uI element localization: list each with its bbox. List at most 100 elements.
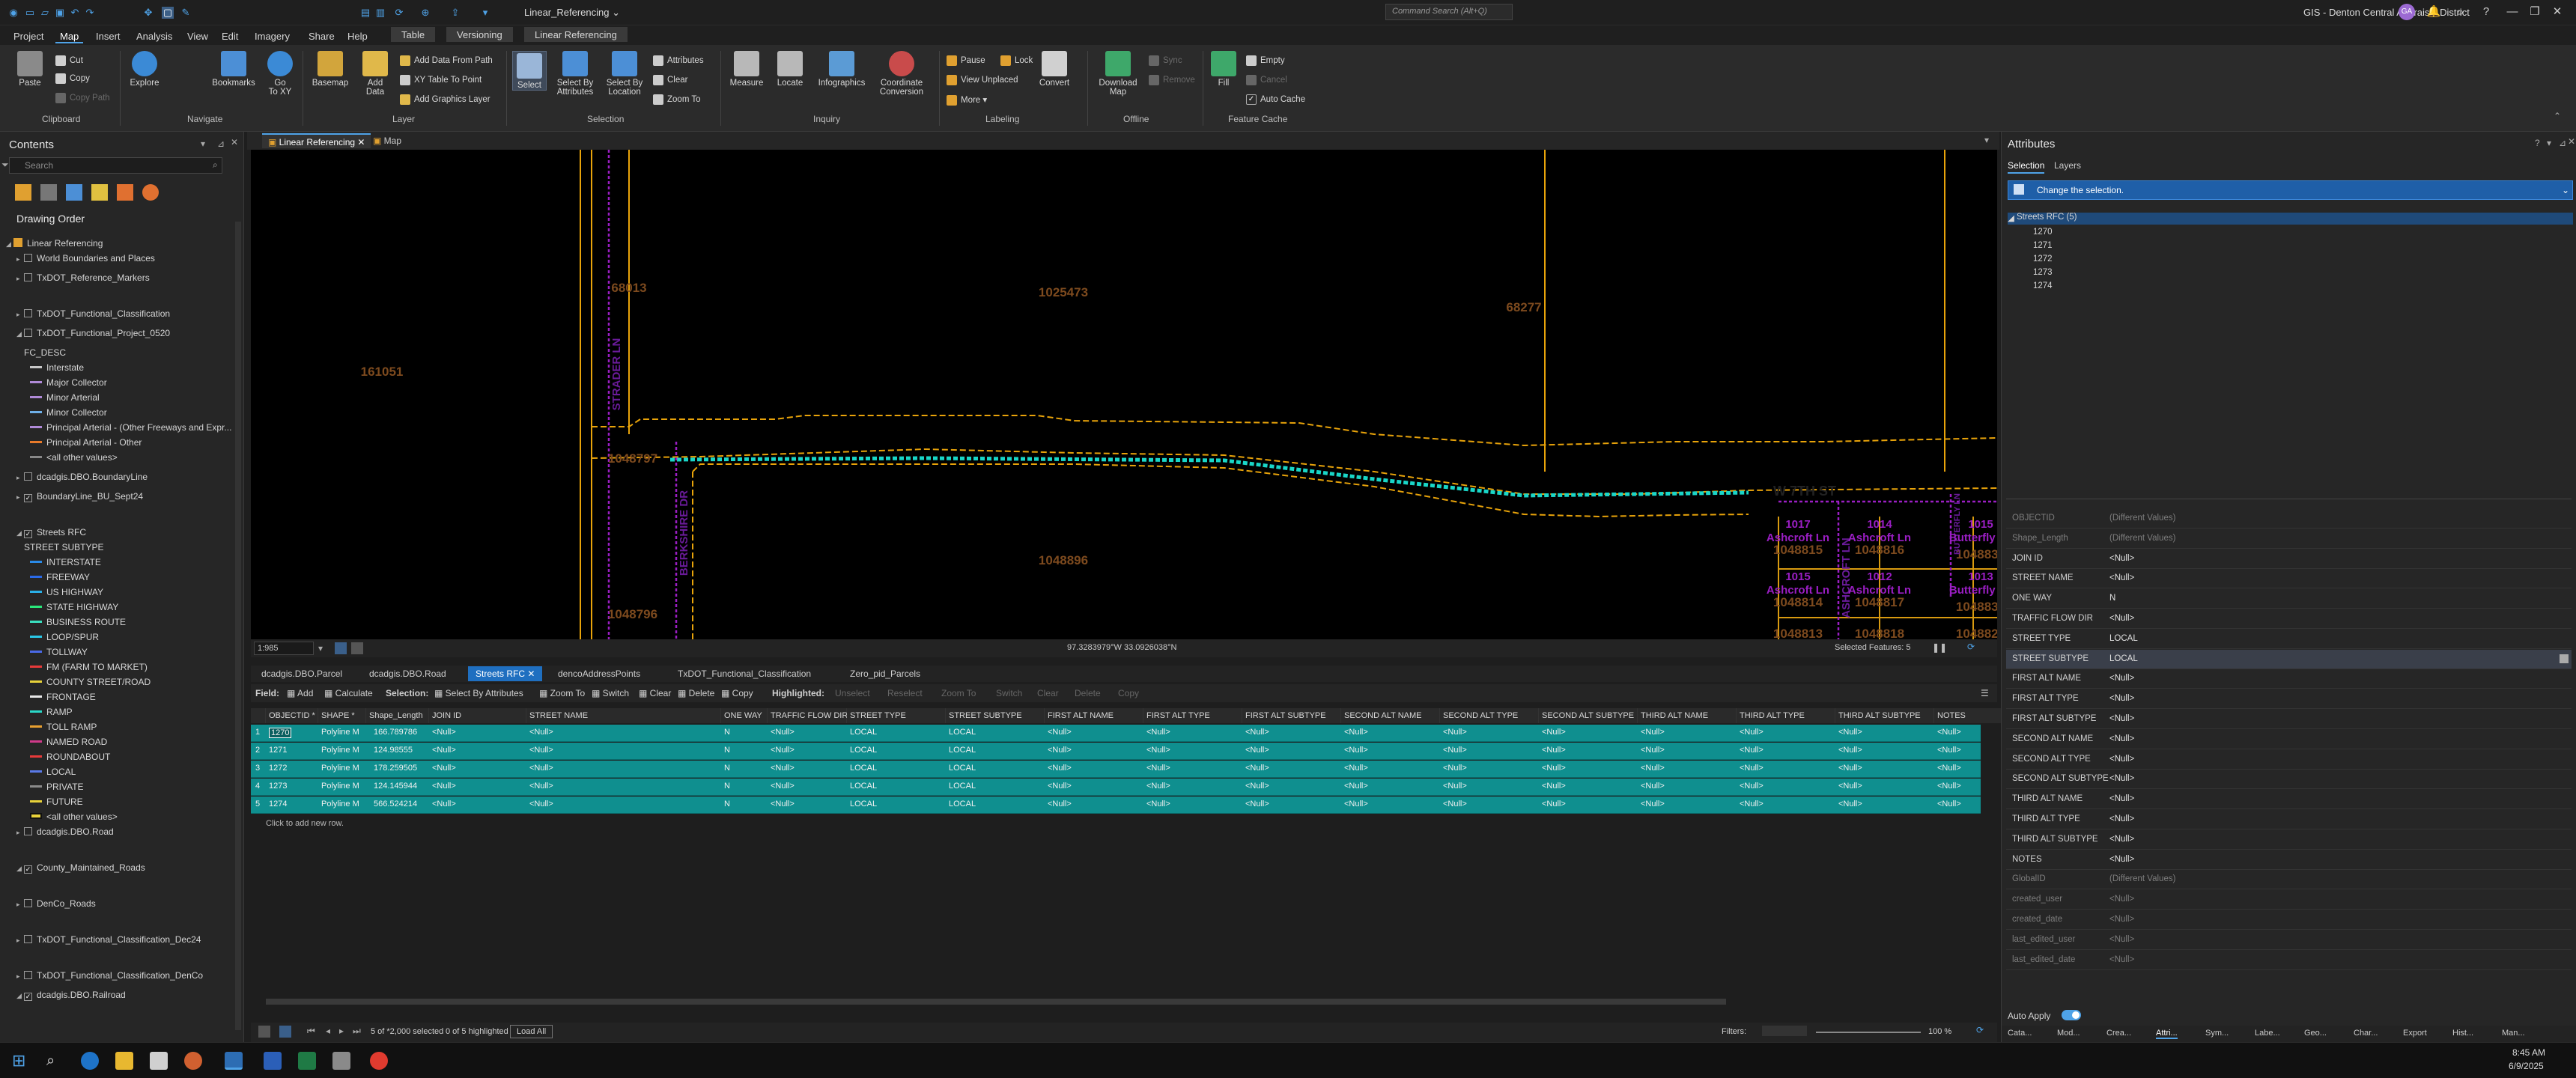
scale-dropdown-icon[interactable]: ▾	[318, 643, 323, 654]
dock-tab[interactable]: Geo...	[2304, 1029, 2327, 1038]
last-record-icon[interactable]: ⏭	[353, 1026, 361, 1037]
tab-project[interactable]: Project	[9, 28, 48, 43]
fixed-scale-icon[interactable]	[335, 642, 347, 654]
toc-item[interactable]: INTERSTATE	[30, 557, 101, 567]
minimize-icon[interactable]: —	[2505, 4, 2520, 19]
zoom-to-selected-button[interactable]: ▦ Zoom To	[539, 688, 585, 698]
attribute-field-row[interactable]: THIRD ALT SUBTYPE <Null>	[2006, 830, 2572, 850]
tree-item[interactable]: 1272	[2033, 255, 2053, 264]
field-value[interactable]: N	[2109, 594, 2115, 603]
table-cell[interactable]: <Null>	[1344, 764, 1368, 773]
redo-icon[interactable]: ↷	[84, 7, 96, 19]
pause-drawing-icon[interactable]: ❚❚	[1932, 642, 1947, 653]
xy-table-to-point-button[interactable]: XY Table To Point	[400, 75, 482, 85]
copy-path-button[interactable]: Copy Path	[55, 93, 110, 103]
infographics-button[interactable]: Infographics	[815, 51, 869, 88]
excel-icon[interactable]	[298, 1052, 316, 1070]
table-cell[interactable]: LOCAL	[850, 782, 877, 791]
toc-item[interactable]: FM (FARM TO MARKET)	[30, 662, 148, 672]
field-value[interactable]: LOCAL	[2109, 654, 2138, 663]
next-record-icon[interactable]: ▸	[339, 1026, 344, 1036]
show-all-records-icon[interactable]	[258, 1026, 270, 1038]
attr-pin-icon[interactable]: ⊿	[2559, 138, 2566, 148]
auto-apply-toggle[interactable]	[2062, 1010, 2081, 1020]
switch-highlighted-button[interactable]: Switch	[996, 688, 1022, 698]
basemap-button[interactable]: Basemap	[310, 51, 350, 88]
column-header[interactable]: TRAFFIC FLOW DIR	[768, 708, 848, 723]
layer-visibility-checkbox[interactable]: ✓	[24, 530, 32, 538]
table-cell[interactable]: LOCAL	[949, 800, 976, 808]
expand-arrow-icon[interactable]: ◢	[6, 240, 13, 249]
delete-highlighted-button[interactable]: Delete	[1075, 688, 1101, 698]
toc-item[interactable]: NAMED ROAD	[30, 737, 107, 747]
layer-visibility-checkbox[interactable]: ✓	[24, 993, 32, 1001]
pinned-app-icon[interactable]	[184, 1052, 202, 1070]
table-row[interactable]: 3 1272 Polyline M 178.259505 <Null> <Null> N <N…	[251, 761, 1981, 778]
attribute-field-row[interactable]: last_edited_user <Null>	[2006, 931, 2572, 950]
table-cell[interactable]: <Null>	[771, 782, 795, 791]
attribute-field-row[interactable]: STREET SUBTYPE LOCAL	[2006, 649, 2572, 669]
calendar-app-icon[interactable]	[150, 1052, 168, 1070]
tab-help[interactable]: Help	[343, 28, 372, 43]
arcgis-pro-taskbar-icon[interactable]	[225, 1052, 243, 1070]
locate-button[interactable]: Locate	[771, 51, 809, 88]
toc-item[interactable]: FUTURE	[30, 797, 83, 807]
tab-functional-classification-table[interactable]: TxDOT_Functional_Classification	[670, 666, 818, 681]
pin-icon[interactable]: ⊿	[217, 138, 225, 149]
toc-item[interactable]: Minor Arterial	[30, 392, 100, 403]
column-header[interactable]: Shape_Length	[366, 708, 429, 723]
table-cell[interactable]: <Null>	[1542, 800, 1566, 808]
add-data-from-path-button[interactable]: Add Data From Path	[400, 55, 493, 66]
toc-item[interactable]: FRONTAGE	[30, 692, 96, 702]
list-by-selection-icon[interactable]	[66, 184, 82, 201]
field-options-icon[interactable]	[2560, 654, 2569, 663]
list-by-snapping-icon[interactable]	[117, 184, 133, 201]
column-header[interactable]: FIRST ALT TYPE	[1143, 708, 1242, 723]
table-cell[interactable]: 1271	[269, 746, 287, 755]
layer-visibility-checkbox[interactable]	[24, 254, 32, 262]
add-graphics-layer-button[interactable]: Add Graphics Layer	[400, 94, 490, 105]
table-cell[interactable]: <Null>	[1838, 800, 1862, 808]
notepad-icon[interactable]	[332, 1052, 350, 1070]
tab-table[interactable]: Table	[391, 27, 436, 42]
table-cell[interactable]: <Null>	[1344, 782, 1368, 791]
toc-item[interactable]: Major Collector	[30, 377, 107, 388]
attribute-field-row[interactable]: JOIN ID <Null>	[2006, 549, 2572, 569]
table-cell[interactable]: <Null>	[1245, 746, 1269, 755]
tab-edit[interactable]: Edit	[217, 28, 243, 43]
table-cell[interactable]: <Null>	[1146, 782, 1170, 791]
zoom-to-highlighted-button[interactable]: Zoom To	[941, 688, 976, 698]
table-row[interactable]: 5 1274 Polyline M 566.524214 <Null> <Null> N <N…	[251, 797, 1981, 814]
copy-button[interactable]: Copy	[55, 73, 90, 84]
toc-item[interactable]: LOCAL	[30, 767, 76, 777]
layer-visibility-checkbox[interactable]	[24, 827, 32, 835]
sync-button[interactable]: Sync	[1149, 55, 1182, 66]
cut-button[interactable]: Cut	[55, 55, 83, 66]
labeling-more-button[interactable]: More ▾	[947, 94, 987, 106]
attribute-field-row[interactable]: GlobalID (Different Values)	[2006, 870, 2572, 890]
column-header[interactable]: FIRST ALT NAME	[1045, 708, 1143, 723]
table-cell[interactable]: <Null>	[432, 782, 456, 791]
attr-close-icon[interactable]: ✕	[2568, 136, 2575, 147]
list-by-source-icon[interactable]	[40, 184, 57, 201]
tree-item[interactable]: 1274	[2033, 281, 2053, 290]
table-row[interactable]: 1 1270 Polyline M 166.789786 <Null> <Null> N <N…	[251, 725, 1981, 742]
column-header[interactable]: THIRD ALT SUBTYPE	[1835, 708, 1934, 723]
column-header[interactable]: OBJECTID *	[266, 708, 318, 723]
field-value[interactable]: <Null>	[2109, 674, 2134, 683]
table-cell[interactable]: <Null>	[432, 728, 456, 737]
discard-edits-icon[interactable]: ▥	[374, 7, 386, 19]
empty-cache-button[interactable]: Empty	[1246, 55, 1285, 66]
prev-record-icon[interactable]: ◂	[326, 1026, 330, 1036]
table-horizontal-scrollbar[interactable]	[266, 999, 1726, 1005]
dock-tab[interactable]: Cata...	[2008, 1029, 2032, 1038]
clear-table-selection-button[interactable]: ▦ Clear	[639, 688, 671, 698]
expand-arrow-icon[interactable]: ◢	[16, 992, 24, 1000]
tree-item[interactable]: 1271	[2033, 241, 2053, 250]
table-cell[interactable]: <Null>	[1740, 728, 1764, 737]
tab-attr-selection[interactable]: Selection	[2008, 160, 2045, 174]
column-header[interactable]: SHAPE *	[318, 708, 366, 723]
select-by-attributes-table-button[interactable]: ▦ Select By Attributes	[434, 688, 523, 698]
tab-linear-referencing[interactable]: Linear Referencing	[524, 27, 628, 42]
table-cell[interactable]: <Null>	[1245, 800, 1269, 808]
